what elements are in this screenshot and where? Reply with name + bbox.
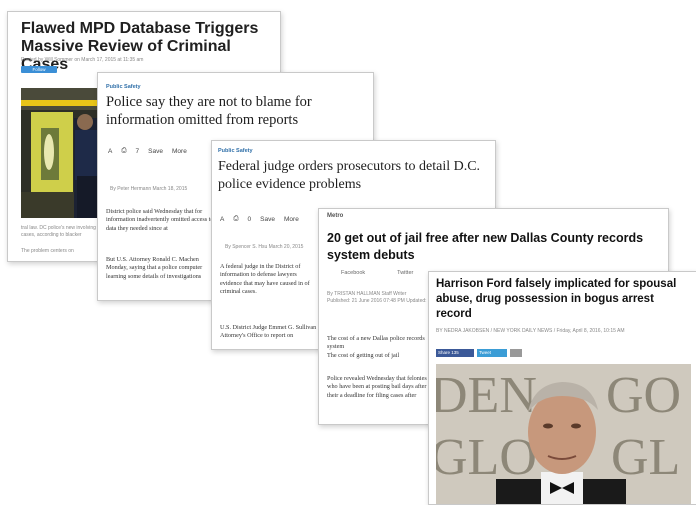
twitter-share-link[interactable]: Twitter <box>397 270 413 276</box>
article-headline[interactable]: Federal judge orders prosecutors to deta… <box>218 158 488 194</box>
article-snippet: The problem centers on <box>21 248 74 254</box>
article-photo: DEN GLO GO GL <box>436 364 691 504</box>
article-photo <box>21 88 101 218</box>
twitter-tweet-button[interactable]: Tweet <box>477 349 507 357</box>
section-kicker[interactable]: Public Safety <box>106 84 141 90</box>
share-buttons: Share 135 Tweet <box>436 349 522 357</box>
article-card-harrison-ford[interactable]: Harrison Ford falsely implicated for spo… <box>428 271 696 505</box>
svg-text:DEN: DEN <box>436 367 537 424</box>
article-paragraph: Police revealed Wednesday that felonies … <box>327 375 435 399</box>
section-kicker[interactable]: Public Safety <box>218 148 253 154</box>
font-size-button[interactable]: A <box>108 148 112 155</box>
svg-text:GL: GL <box>611 429 680 486</box>
article-paragraph: District police said Wednesday that for … <box>106 208 214 232</box>
article-paragraph: But U.S. Attorney Ronald C. Machen Monda… <box>106 256 203 280</box>
article-byline: Posted by Will Sommer on March 17, 2015 … <box>21 57 144 63</box>
facebook-share-link[interactable]: Facebook <box>341 270 365 276</box>
section-kicker[interactable]: Metro <box>327 213 343 219</box>
article-headline[interactable]: Flawed MPD Database Triggers Massive Rev… <box>21 20 276 74</box>
article-byline: By Peter Hermann March 18, 2015 <box>110 186 188 192</box>
comments-count[interactable]: 7 <box>136 148 140 155</box>
article-snippet: tral law. DC police's new involving case… <box>21 225 96 238</box>
save-button[interactable]: Save <box>148 148 163 155</box>
article-paragraph: U.S. District Judge Emmet G. Sullivan At… <box>220 324 317 340</box>
article-paragraph: The cost of a new Dallas police records … <box>327 335 425 351</box>
font-size-button[interactable]: A <box>220 216 224 223</box>
email-share-button[interactable] <box>510 349 522 357</box>
more-button[interactable]: More <box>172 148 187 155</box>
article-headline[interactable]: Harrison Ford falsely implicated for spo… <box>436 277 691 322</box>
article-toolbar: A ⎙ 7 Save More <box>108 147 187 155</box>
article-byline: By Spencer S. Hsu March 20, 2015 <box>225 244 304 250</box>
save-button[interactable]: Save <box>260 216 275 223</box>
more-button[interactable]: More <box>284 216 299 223</box>
article-byline: BY NEDRA JAKOBSEN / NEW YORK DAILY NEWS … <box>436 328 625 334</box>
facebook-share-button[interactable]: Share 135 <box>436 349 474 357</box>
svg-text:GLO: GLO <box>436 429 537 486</box>
print-icon[interactable]: ⎙ <box>121 147 126 155</box>
article-headline[interactable]: 20 get out of jail free after new Dallas… <box>327 230 663 264</box>
comments-count[interactable]: 0 <box>248 216 252 223</box>
print-icon[interactable]: ⎙ <box>233 215 238 223</box>
article-toolbar: A ⎙ 0 Save More <box>220 215 299 223</box>
article-paragraph: A federal judge in the District of infor… <box>220 263 310 295</box>
svg-text:GO: GO <box>606 367 681 424</box>
social-share-row: Facebook Twitter <box>341 270 413 276</box>
article-headline[interactable]: Police say they are not to blame for inf… <box>106 93 366 129</box>
article-paragraph: The cost of getting out of jail <box>327 352 400 359</box>
twitter-follow-button[interactable]: Follow @willsommer <box>21 66 57 79</box>
